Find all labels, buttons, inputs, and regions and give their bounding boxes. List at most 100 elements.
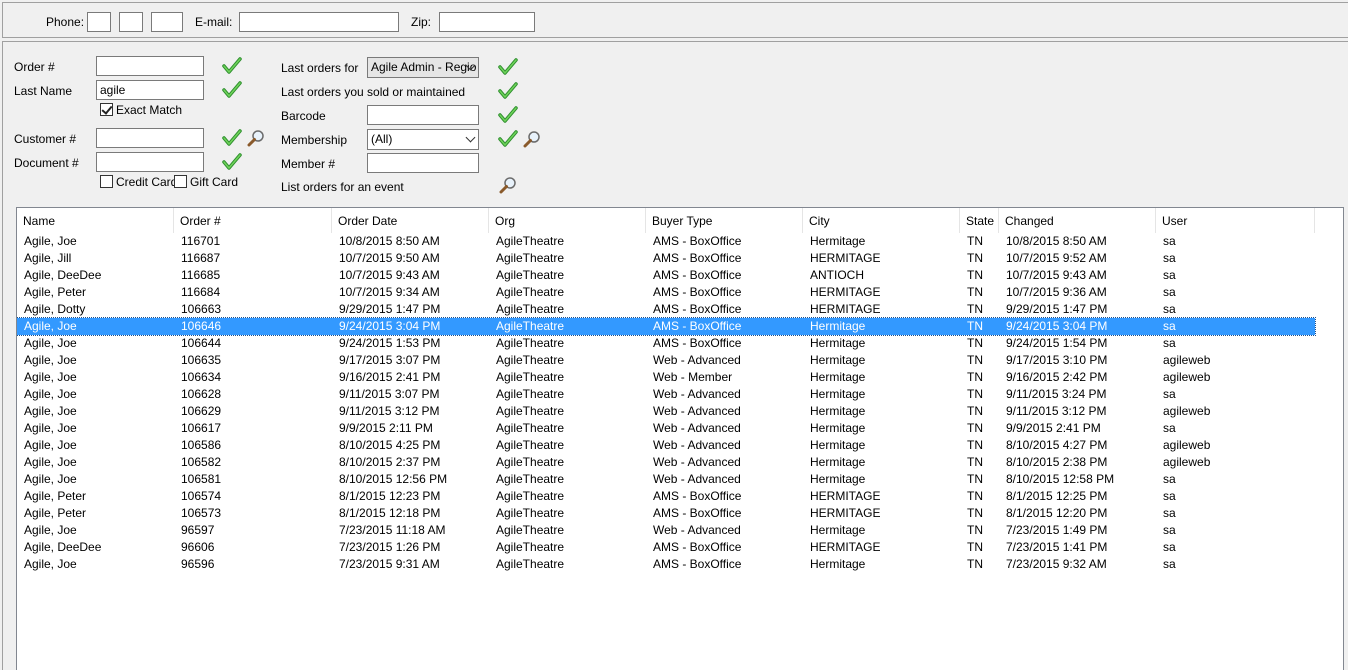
cell-name: Agile, Joe — [24, 370, 77, 384]
cell-user: sa — [1163, 268, 1176, 282]
search-icon[interactable] — [499, 176, 517, 194]
table-row[interactable]: Agile, Dotty 106663 9/29/2015 1:47 PM Agile… — [17, 301, 1315, 318]
cell-org: AgileTheatre — [496, 268, 565, 282]
cell-user: sa — [1163, 302, 1176, 316]
order-number-label: Order # — [14, 60, 55, 74]
cell-name: Agile, Joe — [24, 523, 77, 537]
cell-city: ANTIOCH — [810, 268, 864, 282]
cell-state: TN — [967, 353, 983, 367]
phone-line-input[interactable] — [151, 12, 183, 32]
table-row[interactable]: Agile, Joe 106634 9/16/2015 2:41 PM AgileTh… — [17, 369, 1315, 386]
last-orders-sold-label: Last orders you sold or maintained — [281, 85, 466, 99]
cell-buyer-type: AMS - BoxOffice — [653, 234, 742, 248]
table-row[interactable]: Agile, Joe 106617 9/9/2015 2:11 PM AgileThe… — [17, 420, 1315, 437]
barcode-label: Barcode — [281, 109, 326, 123]
table-row[interactable]: Agile, Joe 106629 9/11/2015 3:12 PM AgileTh… — [17, 403, 1315, 420]
gift-card-label: Gift Card — [190, 175, 239, 189]
table-row[interactable]: Agile, Joe 96596 7/23/2015 9:31 AM AgileThe… — [17, 556, 1315, 573]
table-row[interactable]: Agile, Joe 106635 9/17/2015 3:07 PM AgileTh… — [17, 352, 1315, 369]
table-row[interactable]: Agile, Peter 106574 8/1/2015 12:23 PM Agile… — [17, 488, 1315, 505]
table-row[interactable]: Agile, Jill 116687 10/7/2015 9:50 AM AgileT… — [17, 250, 1315, 267]
last-name-input[interactable] — [96, 80, 204, 100]
document-number-input[interactable] — [96, 152, 204, 172]
check-icon[interactable] — [222, 57, 242, 75]
column-header-state[interactable]: State — [960, 208, 999, 233]
barcode-input[interactable] — [367, 105, 479, 125]
cell-changed: 9/24/2015 3:04 PM — [1006, 319, 1108, 333]
cell-name: Agile, Joe — [24, 353, 77, 367]
cell-name: Agile, Peter — [24, 506, 87, 520]
check-icon[interactable] — [222, 81, 242, 99]
cell-name: Agile, Peter — [24, 285, 87, 299]
check-icon[interactable] — [498, 58, 518, 76]
check-icon[interactable] — [498, 130, 518, 148]
order-number-input[interactable] — [96, 56, 204, 76]
member-number-input[interactable] — [367, 153, 479, 173]
table-row[interactable]: Agile, Peter 106573 8/1/2015 12:18 PM Agile… — [17, 505, 1315, 522]
cell-user: sa — [1163, 421, 1176, 435]
column-header-name[interactable]: Name — [17, 208, 174, 233]
column-header-city[interactable]: City — [803, 208, 960, 233]
zip-input[interactable] — [439, 12, 535, 32]
cell-buyer-type: AMS - BoxOffice — [653, 251, 742, 265]
table-row[interactable]: Agile, DeeDee 116685 10/7/2015 9:43 AM Agil… — [17, 267, 1315, 284]
table-row[interactable]: Agile, Joe 106582 8/10/2015 2:37 PM AgileTh… — [17, 454, 1315, 471]
cell-order-number: 106581 — [181, 472, 222, 486]
column-header-buyer-type[interactable]: Buyer Type — [646, 208, 803, 233]
table-row[interactable]: Agile, Joe 116701 10/8/2015 8:50 AM AgileTh… — [17, 233, 1315, 250]
table-row[interactable]: Agile, Joe 106628 9/11/2015 3:07 PM AgileTh… — [17, 386, 1315, 403]
cell-order-number: 106573 — [181, 506, 222, 520]
phone-prefix-input[interactable] — [119, 12, 143, 32]
search-icon[interactable] — [523, 130, 541, 148]
cell-user: sa — [1163, 387, 1176, 401]
check-icon[interactable] — [222, 153, 242, 171]
cell-order-number: 106629 — [181, 404, 222, 418]
search-icon[interactable] — [247, 129, 265, 147]
cell-buyer-type: Web - Advanced — [653, 438, 741, 452]
cell-city: Hermitage — [810, 455, 866, 469]
credit-card-checkbox[interactable] — [100, 175, 113, 188]
cell-order-number: 106644 — [181, 336, 222, 350]
cell-org: AgileTheatre — [496, 319, 565, 333]
cell-changed: 10/8/2015 8:50 AM — [1006, 234, 1107, 248]
table-row[interactable]: Agile, Joe 106581 8/10/2015 12:56 PM AgileT… — [17, 471, 1315, 488]
cell-changed: 9/11/2015 3:24 PM — [1006, 387, 1107, 401]
cell-order-date: 9/11/2015 3:12 PM — [339, 404, 440, 418]
table-row[interactable]: Agile, DeeDee 96606 7/23/2015 1:26 PM Agile… — [17, 539, 1315, 556]
email-input[interactable] — [239, 12, 399, 32]
table-row[interactable]: Agile, Joe 106586 8/10/2015 4:25 PM AgileTh… — [17, 437, 1315, 454]
cell-buyer-type: Web - Member — [653, 370, 733, 384]
orders-grid[interactable]: Name Order # Order Date Org Buyer Type City St… — [16, 207, 1344, 670]
check-icon[interactable] — [222, 129, 242, 147]
column-header-order-date[interactable]: Order Date — [332, 208, 489, 233]
exact-match-checkbox[interactable] — [100, 103, 113, 116]
column-header-org[interactable]: Org — [489, 208, 646, 233]
cell-org: AgileTheatre — [496, 404, 565, 418]
cell-changed: 8/1/2015 12:20 PM — [1006, 506, 1108, 520]
check-icon[interactable] — [498, 106, 518, 124]
cell-order-date: 10/7/2015 9:43 AM — [339, 268, 440, 282]
cell-changed: 9/11/2015 3:12 PM — [1006, 404, 1107, 418]
cell-name: Agile, Joe — [24, 404, 77, 418]
column-header-user[interactable]: User — [1156, 208, 1315, 233]
cell-changed: 7/23/2015 1:41 PM — [1006, 540, 1108, 554]
table-row[interactable]: Agile, Peter 116684 10/7/2015 9:34 AM Agile… — [17, 284, 1315, 301]
table-row[interactable]: Agile, Joe 106646 9/24/2015 3:04 PM AgileTh… — [17, 317, 1316, 336]
cell-state: TN — [967, 370, 983, 384]
table-row[interactable]: Agile, Joe 106644 9/24/2015 1:53 PM AgileTh… — [17, 335, 1315, 352]
last-orders-for-dropdown[interactable]: Agile Admin - Regio — [367, 57, 479, 78]
cell-user: sa — [1163, 472, 1176, 486]
cell-city: Hermitage — [810, 353, 866, 367]
cell-order-number: 106628 — [181, 387, 222, 401]
column-header-order-number[interactable]: Order # — [174, 208, 332, 233]
cell-state: TN — [967, 285, 983, 299]
gift-card-checkbox[interactable] — [174, 175, 187, 188]
customer-number-input[interactable] — [96, 128, 204, 148]
cell-order-number: 106646 — [181, 319, 222, 333]
column-header-changed[interactable]: Changed — [999, 208, 1156, 233]
check-icon[interactable] — [498, 82, 518, 100]
table-row[interactable]: Agile, Joe 96597 7/23/2015 11:18 AM AgileTh… — [17, 522, 1315, 539]
phone-area-input[interactable] — [87, 12, 111, 32]
cell-buyer-type: AMS - BoxOffice — [653, 336, 742, 350]
membership-dropdown[interactable]: (All) — [367, 129, 479, 150]
